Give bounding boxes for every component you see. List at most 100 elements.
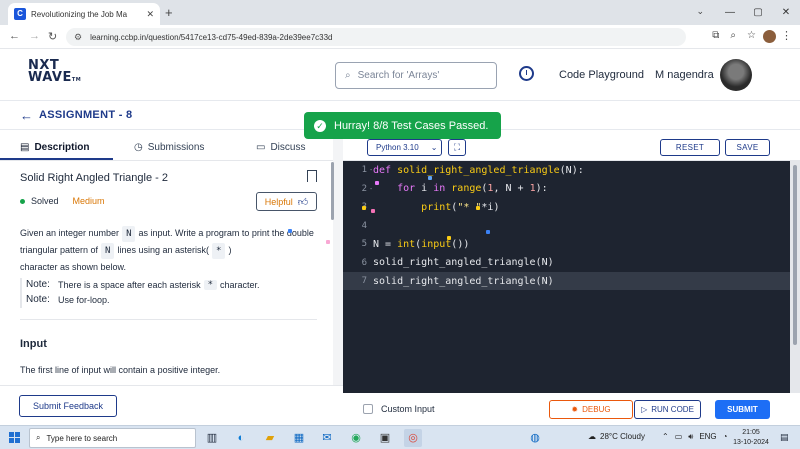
nxtwave-logo[interactable]: NXT WAVETM [28,59,81,86]
profile-icon[interactable] [763,30,776,43]
submit-feedback-button[interactable]: Submit Feedback [19,395,117,417]
file-explorer-icon[interactable]: ▰ [261,429,279,447]
system-tray: ⌃ ▭ 🔊︎ ENG ◔ [662,432,728,442]
tab-discuss[interactable]: ▭ Discuss [256,134,305,161]
bookmark-star-icon[interactable]: ☆ [747,30,756,41]
os-taskbar: ⌕ Type here to search ▥ ◐ ▰ ▦ ✉ ◉ ▣ ◎ ◍ … [0,425,800,449]
back-arrow-icon[interactable]: ← [20,108,33,123]
tab-title: Revolutionizing the Job Ma [31,9,128,19]
helpful-button[interactable]: Helpful 👍︎ [256,192,317,211]
code-chip-star: * [212,243,226,259]
custom-input-checkbox[interactable] [363,404,373,414]
solved-label: Solved [31,196,59,206]
save-button[interactable]: SAVE [725,139,770,156]
code-chip-n: N [122,226,136,242]
volume-icon[interactable]: 🔊︎ [688,432,693,442]
close-tab-icon[interactable]: ✕ [146,9,154,20]
tab-description[interactable]: ▤ Description [20,134,89,161]
code-chip-n: N [101,243,115,259]
code-token: print [421,201,452,213]
tab-search-chevron-icon[interactable]: ⌄ [696,6,704,17]
bookmark-icon[interactable] [307,170,317,182]
taskbar-search[interactable]: ⌕ Type here to search [29,428,196,448]
mail-icon[interactable]: ✉ [318,429,336,447]
timer-icon[interactable] [519,66,534,81]
question-title: Solid Right Angled Triangle - 2 [20,172,168,184]
cloud-icon: ☁ [588,432,596,441]
code-chip-star: * [203,279,217,290]
reset-button[interactable]: RESET [660,139,720,156]
url-field[interactable]: ⚙ learning.ccbp.in/question/5417ce13-cd7… [66,28,686,46]
code-line[interactable]: 6 solid_right_angled_triangle(N) [343,254,790,272]
app-icon[interactable]: ▣ [376,429,394,447]
clock[interactable]: 21:05 13-10-2024 [731,428,771,448]
code-playground-link[interactable]: Code Playground [559,69,644,81]
battery-icon[interactable]: ▭ [675,432,683,442]
run-code-button[interactable]: ▷ RUN CODE [634,400,701,419]
edge-icon[interactable]: ◐ [232,429,250,447]
confetti-piece [326,240,330,244]
open-in-app-icon[interactable]: ⧉ [712,30,719,41]
site-info-icon[interactable]: ⚙ [74,32,82,43]
code-token: , N + [493,183,530,194]
line-number: 6 [361,257,367,268]
task-view-icon[interactable]: ▥ [203,429,221,447]
input-heading: Input [20,338,47,350]
windows-start-icon[interactable] [9,432,20,443]
code-line[interactable]: 4 [343,217,790,235]
desc-text-4: ) [228,245,232,255]
language-select[interactable]: Python 3.10 ⌄ [367,139,442,156]
reload-icon[interactable]: ↻ [48,30,57,43]
custom-input-label[interactable]: Custom Input [381,404,435,414]
address-actions: ⧉ ⌕ ☆ [712,30,756,41]
whatsapp-icon[interactable]: ◉ [347,429,365,447]
weather-widget[interactable]: ☁ 28°C Cloudy [588,432,645,441]
code-line[interactable]: 5 N = int(input()) [343,235,790,253]
code-editor[interactable]: 1- def solid_right_angled_triangle(N): 2- … [343,161,790,393]
browser-tab[interactable]: C Revolutionizing the Job Ma ✕ [8,3,160,25]
search-input[interactable]: ⌕ Search for 'Arrays' [335,62,497,89]
tab-submissions[interactable]: ◷ Submissions [134,134,204,161]
fullscreen-icon[interactable]: ⛶ [448,139,466,156]
maximize-button[interactable]: ▢ [744,0,772,25]
browser-menu-icon[interactable]: ⋮ [781,29,792,42]
close-window-button[interactable]: ✕ [772,0,800,25]
code-line[interactable]: 2- for i in range(1, N + 1): [343,180,790,198]
minimize-button[interactable]: — [716,0,744,25]
back-arrow-icon[interactable]: ← [9,30,20,42]
assignment-title: ASSIGNMENT - 8 [39,109,133,121]
zoom-icon[interactable]: ⌕ [730,30,736,41]
forward-arrow-icon[interactable]: → [29,30,40,42]
tray-chevron-icon[interactable]: ⌃ [662,432,669,442]
debug-button[interactable]: ✹ DEBUG [549,400,633,419]
notifications-icon[interactable]: ▤ [780,432,789,443]
new-tab-button[interactable]: + [165,5,173,20]
avatar[interactable] [720,59,752,91]
debug-label: DEBUG [582,405,611,414]
language-indicator[interactable]: ENG [699,432,716,442]
run-code-label: RUN CODE [651,405,694,414]
editor-scroll-thumb[interactable] [793,165,797,345]
site-header: NXT WAVETM ⌕ Search for 'Arrays' Code Pl… [0,49,800,101]
code-text: def solid_right_angled_triangle(N): [373,165,584,176]
chrome-icon[interactable]: ◎ [404,429,422,447]
code-token: ()) [451,238,470,250]
line-number: 4 [361,220,367,231]
left-scrollbar[interactable] [331,162,334,220]
user-name[interactable]: M nagendra [655,69,714,81]
difficulty-badge: Medium [72,196,105,206]
code-line[interactable]: 7 solid_right_angled_triangle(N) [343,272,790,290]
code-token: def [373,164,398,176]
code-token: ): [535,183,548,194]
wifi-icon[interactable]: ◔ [723,432,728,442]
code-token: input [421,238,452,250]
code-line[interactable]: 3 print("* "*i) [343,198,790,216]
store-icon[interactable]: ▦ [290,429,308,447]
submit-button[interactable]: SUBMIT [715,400,770,419]
panel-resizer[interactable] [333,134,343,385]
app-icon[interactable]: ◍ [526,429,544,447]
editor-scrollbar[interactable] [790,161,800,393]
code-line[interactable]: 1- def solid_right_angled_triangle(N): [343,161,790,179]
notes: Note: There is a space after each asteri… [20,277,320,307]
